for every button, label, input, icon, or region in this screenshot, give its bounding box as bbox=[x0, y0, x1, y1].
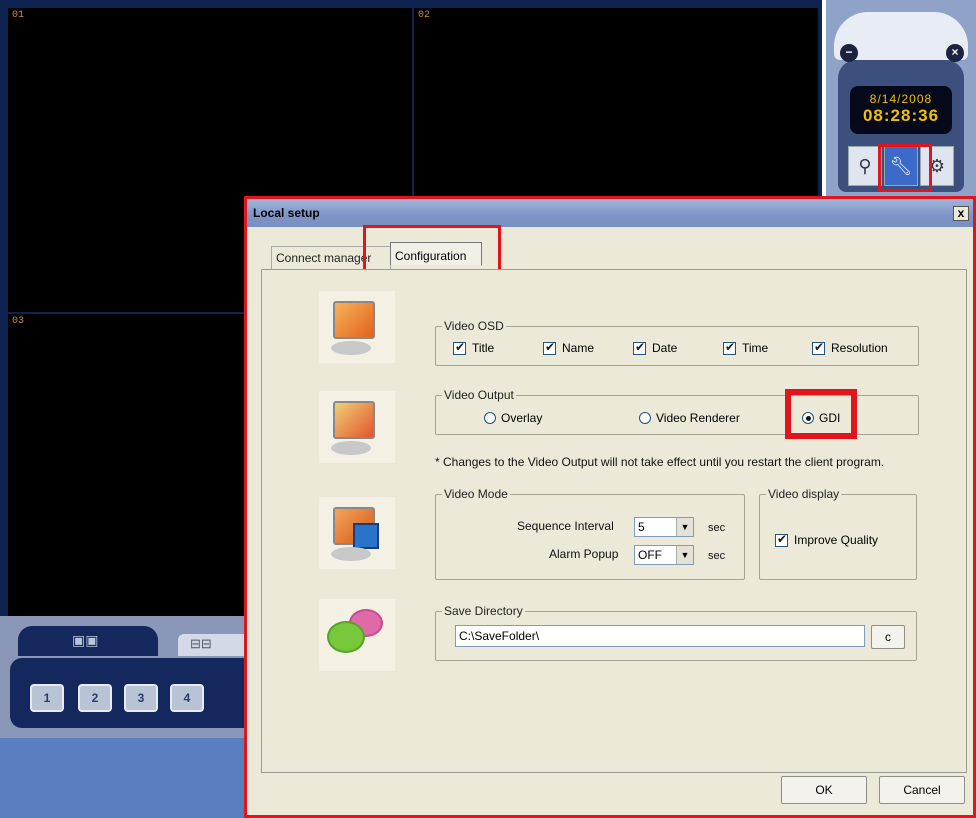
improve-quality-checkbox[interactable]: Improve Quality bbox=[775, 532, 879, 547]
highlight-gdi-option bbox=[785, 389, 857, 439]
unit-label: sec bbox=[708, 522, 726, 534]
checkbox[interactable] bbox=[723, 340, 736, 355]
select-value: 5 bbox=[638, 520, 645, 534]
osd-title-checkbox[interactable]: Title bbox=[453, 340, 495, 355]
radio-label: Video Renderer bbox=[656, 411, 740, 425]
chevron-down-icon[interactable]: ▼ bbox=[676, 546, 693, 564]
checkbox-label: Resolution bbox=[831, 341, 888, 355]
checkbox[interactable] bbox=[775, 532, 788, 547]
checkbox-label: Date bbox=[652, 341, 678, 355]
video-mode-group: Video Mode bbox=[435, 487, 745, 580]
checkbox[interactable] bbox=[453, 340, 466, 355]
osd-name-checkbox[interactable]: Name bbox=[543, 340, 595, 355]
group-label: Video Mode bbox=[442, 487, 510, 501]
save-disc-icon bbox=[319, 599, 395, 671]
alarm-popup-label: Alarm Popup bbox=[549, 547, 619, 561]
dialog-title: Local setup bbox=[253, 206, 320, 220]
close-icon[interactable]: × bbox=[946, 44, 964, 62]
clock-display: 8/14/2008 08:28:36 bbox=[850, 86, 952, 134]
channel-panel: ▣▣ ⊟⊟ 1 2 3 4 bbox=[0, 616, 250, 738]
checkbox-label: Improve Quality bbox=[794, 533, 879, 547]
highlight-setup-button bbox=[878, 144, 932, 192]
video-renderer-radio[interactable]: Video Renderer bbox=[639, 411, 740, 425]
osd-monitor-icon bbox=[319, 291, 395, 363]
camera-number: 01 bbox=[12, 10, 25, 21]
radio-button[interactable] bbox=[639, 412, 651, 424]
browse-button[interactable]: c bbox=[871, 625, 905, 649]
chevron-down-icon[interactable]: ▼ bbox=[676, 518, 693, 536]
ok-button[interactable]: OK bbox=[781, 776, 867, 804]
cancel-button[interactable]: Cancel bbox=[879, 776, 965, 804]
unit-label: sec bbox=[708, 550, 726, 562]
clock-time: 08:28:36 bbox=[862, 106, 940, 125]
group-label: Video display bbox=[766, 487, 842, 501]
channel-button-1[interactable]: 1 bbox=[30, 684, 64, 712]
channel-button-4[interactable]: 4 bbox=[170, 684, 204, 712]
channel-button-3[interactable]: 3 bbox=[124, 684, 158, 712]
radio-label: Overlay bbox=[501, 411, 543, 425]
tab-configuration[interactable]: Configuration bbox=[390, 242, 482, 266]
camera-number: 03 bbox=[12, 316, 25, 327]
layout-icon: ⊟⊟ bbox=[190, 636, 212, 651]
status-strip bbox=[0, 738, 250, 818]
radio-button[interactable] bbox=[484, 412, 496, 424]
video-output-note: * Changes to the Video Output will not t… bbox=[435, 455, 885, 469]
save-directory-field[interactable]: C:\SaveFolder\ bbox=[455, 625, 865, 647]
sequence-interval-label: Sequence Interval bbox=[517, 519, 614, 533]
camera-view-tab[interactable]: ▣▣ bbox=[18, 626, 158, 656]
dialog-titlebar: Local setup x bbox=[247, 199, 973, 227]
group-label: Video OSD bbox=[442, 319, 506, 333]
camera-number: 02 bbox=[418, 10, 431, 21]
minimize-icon[interactable]: − bbox=[840, 44, 858, 62]
search-icon[interactable]: ⚲ bbox=[848, 146, 882, 186]
overlay-radio[interactable]: Overlay bbox=[484, 411, 542, 425]
osd-date-checkbox[interactable]: Date bbox=[633, 340, 678, 355]
channel-button-2[interactable]: 2 bbox=[78, 684, 112, 712]
display-windows-icon bbox=[319, 497, 395, 569]
checkbox[interactable] bbox=[812, 340, 825, 355]
osd-resolution-checkbox[interactable]: Resolution bbox=[812, 340, 888, 355]
checkbox-label: Name bbox=[562, 341, 595, 355]
clock-date: 8/14/2008 bbox=[869, 92, 933, 106]
local-setup-dialog: Local setup x Connect manager Configurat… bbox=[244, 196, 976, 818]
multi-camera-icon: ▣▣ bbox=[72, 632, 99, 648]
checkbox[interactable] bbox=[543, 340, 556, 355]
checkbox-label: Time bbox=[742, 341, 769, 355]
alarm-popup-select[interactable]: OFF ▼ bbox=[634, 545, 694, 565]
select-value: OFF bbox=[638, 548, 662, 562]
sequence-interval-select[interactable]: 5 ▼ bbox=[634, 517, 694, 537]
close-icon[interactable]: x bbox=[953, 206, 969, 221]
output-monitor-icon bbox=[319, 391, 395, 463]
layout-tab[interactable]: ⊟⊟ bbox=[178, 634, 250, 656]
checkbox-label: Title bbox=[472, 341, 495, 355]
group-label: Save Directory bbox=[442, 604, 525, 618]
checkbox[interactable] bbox=[633, 340, 646, 355]
group-label: Video Output bbox=[442, 388, 516, 402]
osd-time-checkbox[interactable]: Time bbox=[723, 340, 769, 355]
